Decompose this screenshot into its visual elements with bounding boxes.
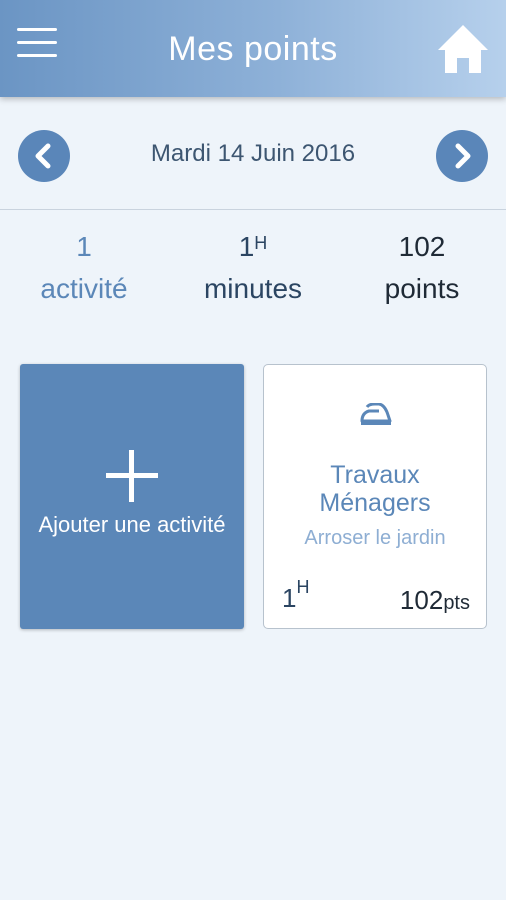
activity-duration-value: 1	[282, 583, 297, 613]
next-day-button[interactable]	[436, 130, 488, 182]
add-activity-label: Ajouter une activité	[38, 512, 226, 537]
plus-icon	[106, 450, 158, 502]
app-screen: Mes points Mardi 14 Juin 2016 1 activité…	[0, 0, 506, 900]
activity-category-line2: Ménagers	[319, 489, 431, 517]
add-activity-button[interactable]: Ajouter une activité	[20, 364, 244, 629]
home-icon	[438, 25, 488, 73]
chevron-right-icon	[455, 143, 471, 169]
activity-category: Travaux Ménagers	[264, 461, 486, 517]
activity-duration: 1H	[282, 577, 309, 614]
stat-minutes-value-row: 1H	[169, 226, 337, 268]
current-date: Mardi 14 Juin 2016	[150, 140, 356, 167]
app-header: Mes points	[0, 0, 506, 97]
stat-points-value: 102	[398, 231, 446, 262]
stat-activities-value: 1	[76, 231, 92, 262]
stat-minutes-unit: H	[254, 233, 268, 253]
stat-activities: 1 activité	[0, 226, 168, 310]
activity-card[interactable]: Travaux Ménagers Arroser le jardin 1H 10…	[263, 364, 487, 629]
activity-points-value: 102	[399, 585, 444, 615]
stat-points-label: points	[384, 273, 460, 304]
activity-description: Arroser le jardin	[304, 527, 446, 549]
page-title: Mes points	[168, 30, 338, 68]
activity-points-unit: pts	[443, 592, 470, 614]
home-button[interactable]	[436, 22, 490, 76]
date-navigation: Mardi 14 Juin 2016	[0, 97, 506, 210]
stat-activities-label: activité	[40, 273, 128, 304]
activity-category-line1: Travaux	[330, 461, 420, 489]
stat-points: 102 points	[338, 226, 506, 310]
stat-minutes-label: minutes	[203, 273, 303, 304]
activity-points: 102pts	[400, 585, 470, 616]
activity-duration-unit: H	[296, 577, 310, 597]
daily-stats: 1 activité 1H minutes 102 points	[0, 226, 506, 326]
iron-icon	[360, 403, 392, 425]
stat-minutes: 1H minutes	[169, 226, 337, 310]
stat-minutes-value: 1	[238, 231, 255, 262]
